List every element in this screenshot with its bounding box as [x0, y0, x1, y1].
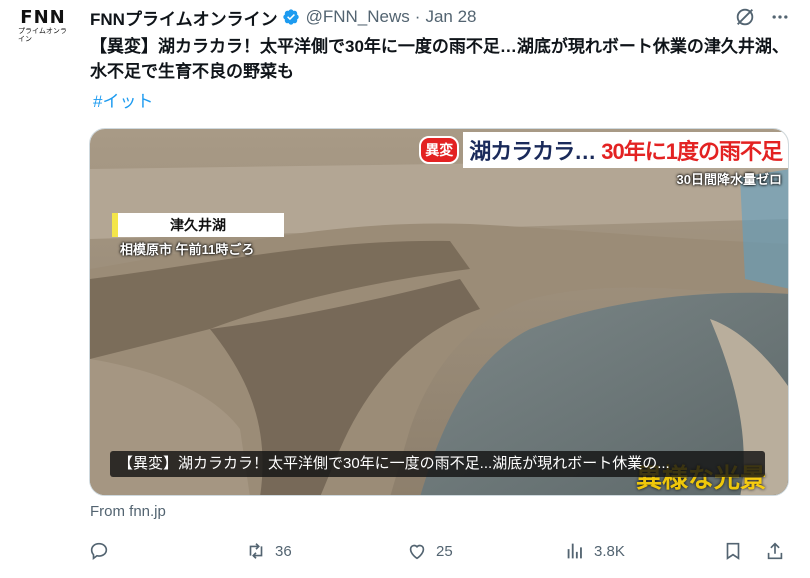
retweet-icon [249, 543, 263, 559]
account-name[interactable]: FNNプライムオンライン [90, 5, 278, 30]
verified-badge-icon [282, 8, 300, 26]
location-subtitle: 相模原市 午前11時ごろ [120, 242, 255, 257]
views-button[interactable]: 3.8K [564, 540, 625, 562]
header-actions [734, 6, 790, 28]
tweet-text: 【異変】湖カラカラ！太平洋側で30年に一度の雨不足…湖底が現れボート休業の津久井… [90, 37, 789, 81]
news-banner: 異変 湖カラカラ… 30年に1度の雨不足 [419, 132, 788, 168]
grok-icon[interactable] [734, 6, 756, 28]
banner-tag: 異変 [419, 136, 460, 164]
share-icon [767, 542, 783, 560]
like-count: 25 [436, 542, 453, 560]
like-button[interactable]: 25 [406, 540, 453, 562]
banner-title-b: 30年に1度の雨不足 [601, 132, 788, 168]
bookmark-icon [726, 542, 740, 560]
banner-subtitle: 30日間降水量ゼロ [676, 172, 782, 187]
views-count: 3.8K [594, 542, 625, 560]
banner-title-a: 湖カラカラ… [463, 132, 602, 168]
source-link[interactable]: From fnn.jp [90, 503, 166, 520]
separator-dot: · [414, 7, 421, 26]
action-bar: 36 25 3.8K [88, 540, 793, 566]
retweet-button[interactable]: 36 [245, 540, 292, 562]
bookmark-button[interactable] [722, 540, 744, 562]
views-chart-icon [567, 543, 582, 559]
reply-icon [90, 542, 108, 560]
media-image[interactable]: 異変 湖カラカラ… 30年に1度の雨不足 30日間降水量ゼロ 津久井湖 相模原市… [89, 128, 789, 496]
share-button[interactable] [764, 540, 786, 562]
hashtag-link[interactable]: #イット [93, 87, 153, 112]
reply-button[interactable] [88, 540, 118, 562]
tweet-date[interactable]: Jan 28 [425, 7, 476, 27]
heart-icon [409, 544, 425, 560]
avatar[interactable]: FNN プライムオンライン [18, 8, 68, 48]
more-options-icon[interactable] [770, 7, 790, 27]
retweet-count: 36 [275, 542, 292, 560]
location-label: 津久井湖 [112, 213, 284, 237]
avatar-logo-sub: プライムオンライン [18, 28, 67, 43]
account-handle[interactable]: @FNN_News [306, 7, 410, 27]
avatar-logo: FNN [20, 7, 66, 28]
media-caption[interactable]: 【異変】湖カラカラ！太平洋側で30年に一度の雨不足...湖底が現れボート休業の.… [110, 451, 765, 477]
tweet-header: FNNプライムオンライン @FNN_News · Jan 28 [90, 5, 790, 30]
